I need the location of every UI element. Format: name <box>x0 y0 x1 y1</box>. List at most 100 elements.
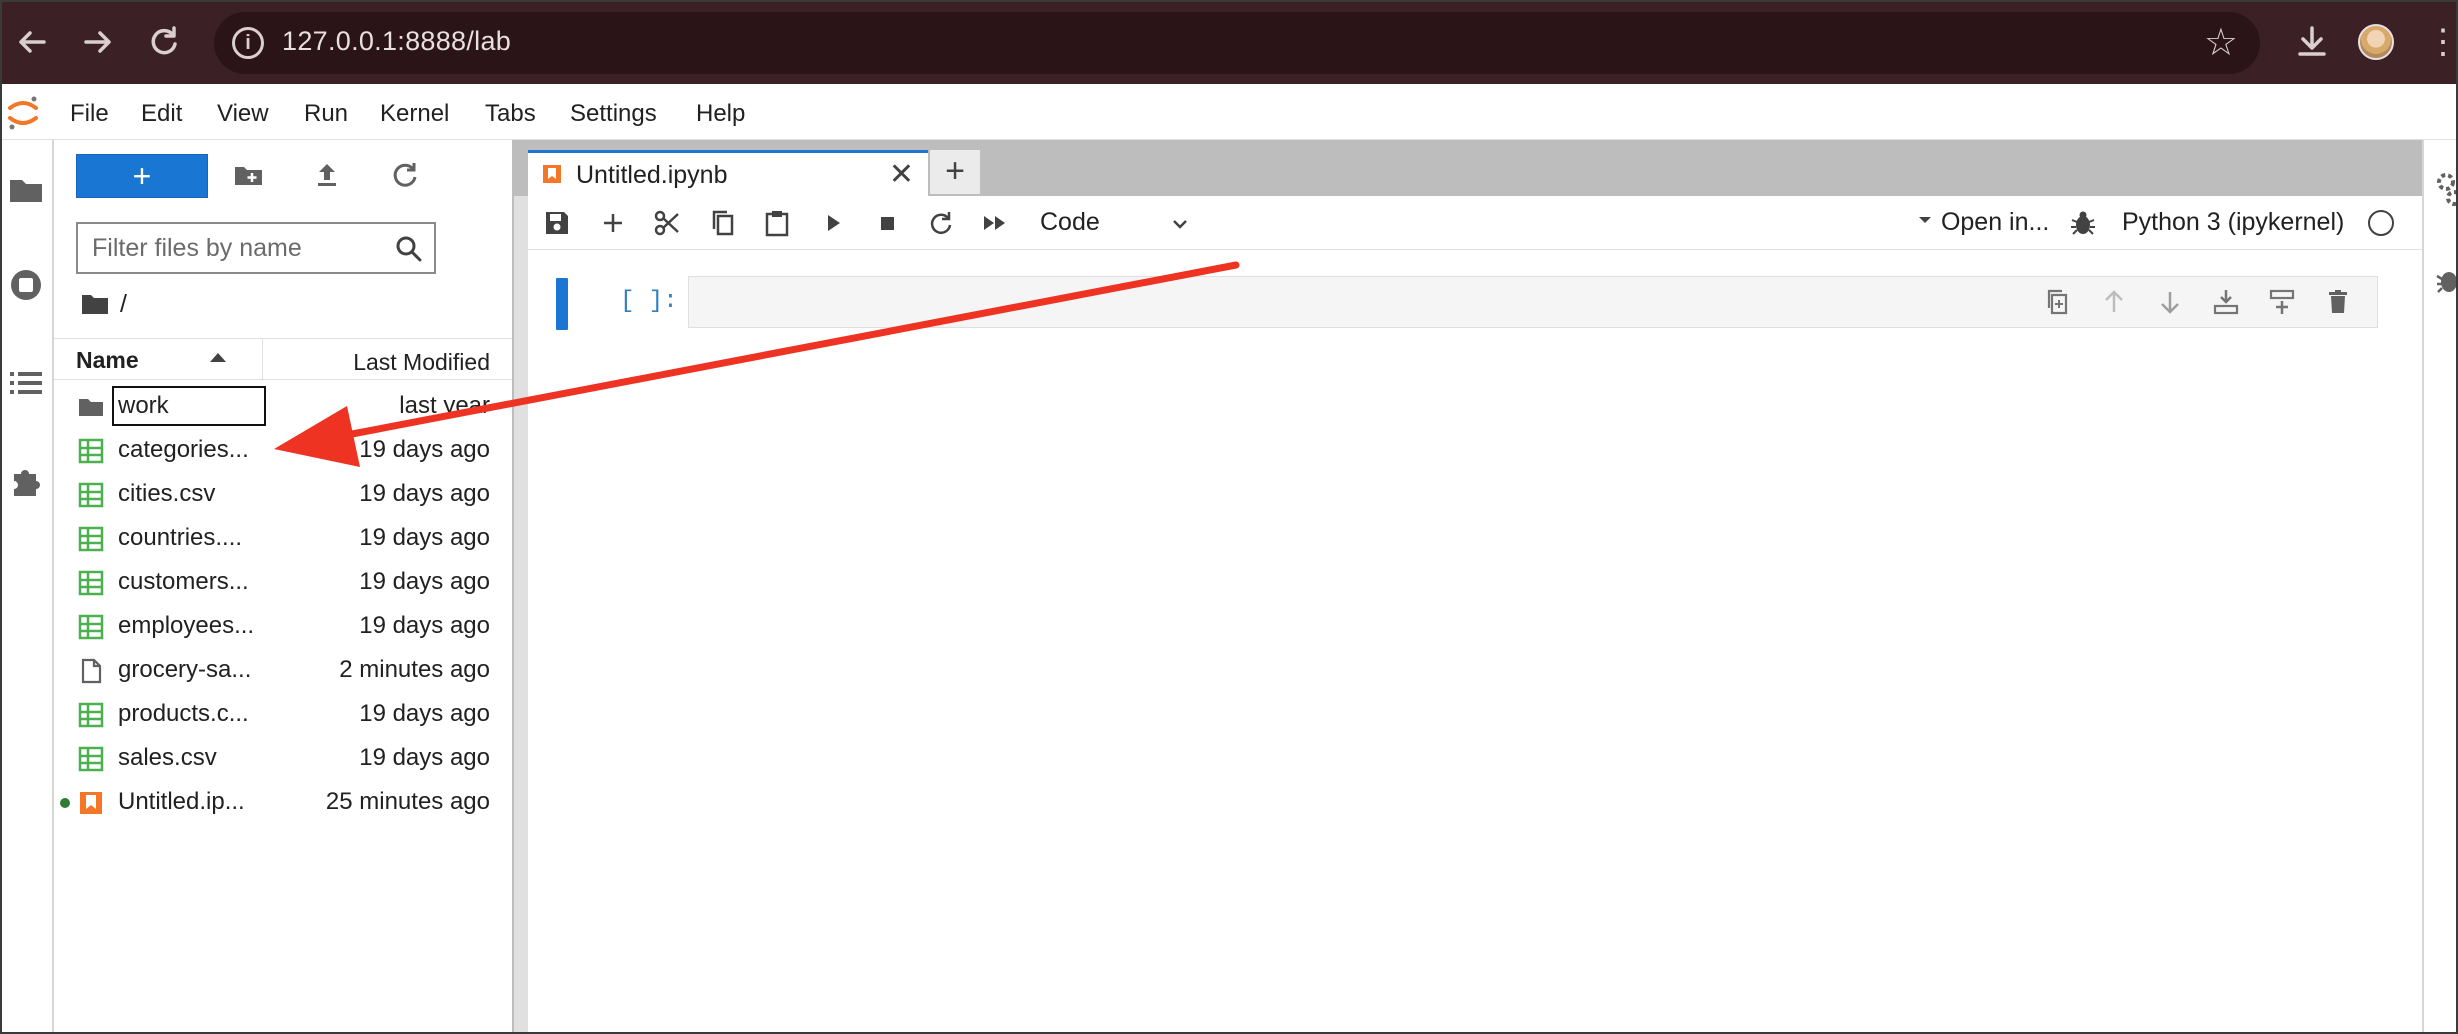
notebook-icon <box>542 164 562 184</box>
cell-type-value: Code <box>1040 208 1100 236</box>
insert-below-icon[interactable] <box>2267 287 2297 317</box>
cell-toolbar <box>2043 287 2363 319</box>
file-name: cities.csv <box>118 480 216 507</box>
file-row[interactable]: grocery-sa... 2 minutes ago <box>54 648 512 692</box>
spreadsheet-icon <box>78 746 104 772</box>
spreadsheet-icon <box>78 570 104 596</box>
chevron-down-icon <box>1170 212 1190 232</box>
file-row[interactable]: cities.csv 19 days ago <box>54 472 512 516</box>
file-row[interactable]: products.c... 19 days ago <box>54 692 512 736</box>
spreadsheet-icon <box>78 526 104 552</box>
menu-file[interactable]: File <box>70 100 109 128</box>
insert-above-icon[interactable] <box>2211 287 2241 317</box>
file-row[interactable]: employees... 19 days ago <box>54 604 512 648</box>
file-name: employees... <box>118 612 255 639</box>
debugger-icon[interactable] <box>2432 264 2456 303</box>
profile-avatar[interactable] <box>2358 24 2394 60</box>
extension-puzzle-icon[interactable] <box>6 460 48 502</box>
spreadsheet-icon <box>78 482 104 508</box>
spreadsheet-icon <box>78 702 104 728</box>
file-row[interactable]: Untitled.ip... 25 minutes ago <box>54 780 512 824</box>
copy-icon[interactable] <box>708 208 738 238</box>
site-info-icon[interactable]: i <box>232 27 264 59</box>
cell-type-select[interactable]: Code <box>1040 208 1190 240</box>
filter-files-field[interactable] <box>76 222 436 274</box>
search-icon <box>394 234 424 264</box>
spreadsheet-icon <box>78 614 104 640</box>
table-of-contents-icon[interactable] <box>6 362 48 404</box>
upload-icon[interactable] <box>310 158 344 192</box>
file-browser-panel: + / Name Last Modified last year categori… <box>54 140 514 1032</box>
spreadsheet-icon <box>78 438 104 464</box>
menu-edit[interactable]: Edit <box>141 100 182 128</box>
menu-settings[interactable]: Settings <box>570 100 657 128</box>
running-sessions-icon[interactable] <box>6 264 48 306</box>
bookmark-star-icon[interactable]: ☆ <box>2204 20 2238 65</box>
new-launcher-button[interactable]: + <box>76 154 208 198</box>
jupyter-logo-icon <box>6 94 40 132</box>
debugger-bug-icon[interactable] <box>2068 208 2098 238</box>
file-modified: 19 days ago <box>359 436 490 463</box>
breadcrumb-root[interactable]: / <box>120 290 127 319</box>
column-modified-header[interactable]: Last Modified <box>353 349 490 376</box>
menu-view[interactable]: View <box>217 100 269 128</box>
insert-cell-icon[interactable] <box>598 208 628 238</box>
paste-icon[interactable] <box>762 208 792 238</box>
folder-icon[interactable] <box>6 168 48 210</box>
close-tab-icon[interactable]: ✕ <box>889 157 914 192</box>
file-row[interactable]: countries.... 19 days ago <box>54 516 512 560</box>
rename-input[interactable] <box>112 386 266 426</box>
sort-ascending-icon <box>210 353 226 362</box>
file-modified: 19 days ago <box>359 480 490 507</box>
menu-run[interactable]: Run <box>304 100 348 128</box>
cut-icon[interactable] <box>652 208 682 238</box>
forward-icon[interactable] <box>76 20 120 64</box>
address-bar[interactable]: i 127.0.0.1:8888/lab ☆ <box>214 12 2260 74</box>
menu-kernel[interactable]: Kernel <box>380 100 449 128</box>
file-row[interactable]: customers... 19 days ago <box>54 560 512 604</box>
menu-help[interactable]: Help <box>696 100 745 128</box>
file-row[interactable]: sales.csv 19 days ago <box>54 736 512 780</box>
stop-kernel-icon[interactable] <box>872 208 902 238</box>
browser-menu-icon[interactable]: ⋮ <box>2426 20 2456 64</box>
move-cell-down-icon[interactable] <box>2155 287 2185 317</box>
file-name: Untitled.ip... <box>118 788 245 815</box>
reload-icon[interactable] <box>142 20 186 64</box>
filter-files-input[interactable] <box>92 234 372 263</box>
file-modified: 25 minutes ago <box>325 788 490 815</box>
save-icon[interactable] <box>542 208 572 238</box>
code-cell[interactable]: [ ]: <box>528 276 2408 332</box>
folder-icon <box>78 394 104 420</box>
refresh-icon[interactable] <box>388 158 422 192</box>
restart-kernel-icon[interactable] <box>926 208 956 238</box>
tab-untitled-notebook[interactable]: Untitled.ipynb ✕ <box>528 150 928 196</box>
cell-input-editor[interactable] <box>688 276 2378 328</box>
column-name-header[interactable]: Name <box>76 347 139 374</box>
active-cell-marker[interactable] <box>556 278 568 330</box>
new-folder-icon[interactable] <box>232 158 266 192</box>
delete-cell-icon[interactable] <box>2323 287 2353 317</box>
folder-icon[interactable] <box>80 290 110 318</box>
tab-label: Untitled.ipynb <box>576 161 728 189</box>
download-icon[interactable] <box>2290 20 2334 64</box>
back-icon[interactable] <box>10 20 54 64</box>
file-name: grocery-sa... <box>118 656 252 683</box>
file-row[interactable]: categories... 19 days ago <box>54 428 512 472</box>
new-tab-button[interactable]: + <box>930 150 980 194</box>
move-cell-up-icon[interactable] <box>2099 287 2129 317</box>
file-name: countries.... <box>118 524 243 551</box>
duplicate-cell-icon[interactable] <box>2043 287 2073 317</box>
main-work-area: Untitled.ipynb ✕ + Code Open in... Pytho… <box>514 140 2422 1032</box>
kernel-name[interactable]: Python 3 (ipykernel) <box>2122 208 2344 237</box>
property-inspector-gear-icon[interactable] <box>2432 170 2456 215</box>
file-row[interactable]: last year <box>54 384 512 428</box>
open-in-dropdown[interactable]: Open in... <box>1916 208 2049 237</box>
menu-tabs[interactable]: Tabs <box>485 100 536 128</box>
column-divider[interactable] <box>262 339 263 381</box>
run-cell-icon[interactable] <box>818 208 848 238</box>
notebook-toolbar: Code Open in... Python 3 (ipykernel) <box>528 196 2422 250</box>
notebook-panel: Code Open in... Python 3 (ipykernel) []… <box>528 196 2422 1032</box>
run-all-icon[interactable] <box>980 208 1010 238</box>
file-modified: 19 days ago <box>359 700 490 727</box>
file-modified: 19 days ago <box>359 612 490 639</box>
